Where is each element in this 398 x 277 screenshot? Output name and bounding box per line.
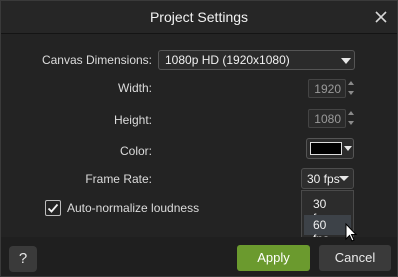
frame-rate-value: 30 fps <box>307 172 340 186</box>
height-label: Height: <box>113 113 152 127</box>
canvas-dimensions-select[interactable]: 1080p HD (1920x1080) <box>158 50 355 70</box>
mouse-cursor-icon <box>345 222 358 242</box>
apply-button[interactable]: Apply <box>237 245 310 271</box>
auto-normalize-label[interactable]: Auto-normalize loudness <box>67 201 199 215</box>
color-picker-button[interactable] <box>306 138 354 159</box>
stepper-up-icon[interactable] <box>348 111 354 115</box>
width-label: Width: <box>117 81 152 95</box>
cancel-button[interactable]: Cancel <box>319 245 391 271</box>
close-icon[interactable] <box>373 9 389 25</box>
canvas-dimensions-value: 1080p HD (1920x1080) <box>165 53 290 67</box>
stepper-down-icon[interactable] <box>348 91 354 95</box>
auto-normalize-checkbox[interactable] <box>45 200 61 216</box>
width-stepper[interactable] <box>347 79 355 98</box>
color-label: Color: <box>119 144 152 158</box>
title-bar: Project Settings <box>1 1 397 34</box>
width-input[interactable]: 1920 <box>308 79 346 98</box>
project-settings-dialog: Project Settings Canvas Dimensions: 1080… <box>0 0 398 277</box>
checkmark-icon <box>47 203 59 213</box>
dialog-title: Project Settings <box>149 9 249 25</box>
chevron-down-icon <box>344 146 352 151</box>
chevron-down-icon <box>339 176 349 181</box>
color-swatch <box>310 142 342 155</box>
height-input[interactable]: 1080 <box>308 109 346 128</box>
frame-rate-option-30[interactable]: 30 fps <box>304 194 351 225</box>
canvas-dimensions-label: Canvas Dimensions: <box>41 53 152 67</box>
stepper-up-icon[interactable] <box>348 81 354 85</box>
height-stepper[interactable] <box>347 109 355 128</box>
frame-rate-label: Frame Rate: <box>85 172 152 186</box>
frame-rate-select[interactable]: 30 fps <box>301 168 354 189</box>
stepper-down-icon[interactable] <box>348 121 354 125</box>
chevron-down-icon <box>341 58 351 64</box>
help-button[interactable]: ? <box>9 246 37 272</box>
